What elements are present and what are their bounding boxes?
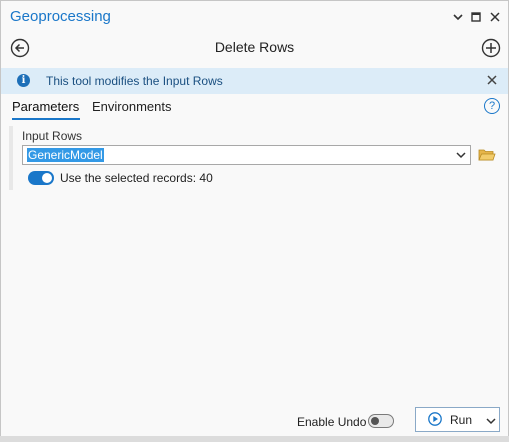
input-rows-dropdown[interactable]: GenericModel <box>22 145 471 165</box>
input-rows-label: Input Rows <box>22 129 83 143</box>
parameter-group-bar <box>9 126 13 190</box>
info-icon: i <box>17 74 30 87</box>
close-icon[interactable] <box>486 74 500 88</box>
use-selected-toggle[interactable] <box>28 171 54 185</box>
enable-undo-toggle[interactable] <box>368 414 394 428</box>
toggle-knob <box>371 417 379 425</box>
chevron-down-icon[interactable] <box>454 148 468 162</box>
tool-tabs: Parameters Environments ? <box>1 97 508 121</box>
chevron-down-icon[interactable] <box>486 415 496 425</box>
help-icon[interactable]: ? <box>484 98 500 114</box>
tool-header: Delete Rows <box>1 33 508 63</box>
input-rows-value[interactable]: GenericModel <box>27 148 104 162</box>
enable-undo-label: Enable Undo <box>297 415 367 429</box>
close-icon[interactable] <box>487 9 503 25</box>
tool-title: Delete Rows <box>214 39 295 55</box>
maximize-icon[interactable] <box>468 9 484 25</box>
bottom-strip <box>0 436 509 442</box>
active-tab-indicator <box>12 118 80 120</box>
title-bar: Geoprocessing <box>1 1 508 33</box>
tab-environments[interactable]: Environments <box>92 99 171 114</box>
pane-title: Geoprocessing <box>10 8 111 25</box>
run-button[interactable]: Run <box>415 407 500 432</box>
use-selected-label: Use the selected records: 40 <box>60 171 213 185</box>
info-banner: i This tool modifies the Input Rows <box>1 68 508 94</box>
chevron-down-icon[interactable] <box>450 9 466 25</box>
geoprocessing-pane: Geoprocessing Delete Rows i This tool mo… <box>0 0 509 442</box>
add-circle-icon[interactable] <box>481 38 501 58</box>
browse-folder-icon[interactable] <box>478 147 496 162</box>
play-icon <box>428 412 442 426</box>
info-message: This tool modifies the Input Rows <box>46 74 223 88</box>
run-label: Run <box>450 413 473 427</box>
tab-parameters[interactable]: Parameters <box>12 99 79 114</box>
